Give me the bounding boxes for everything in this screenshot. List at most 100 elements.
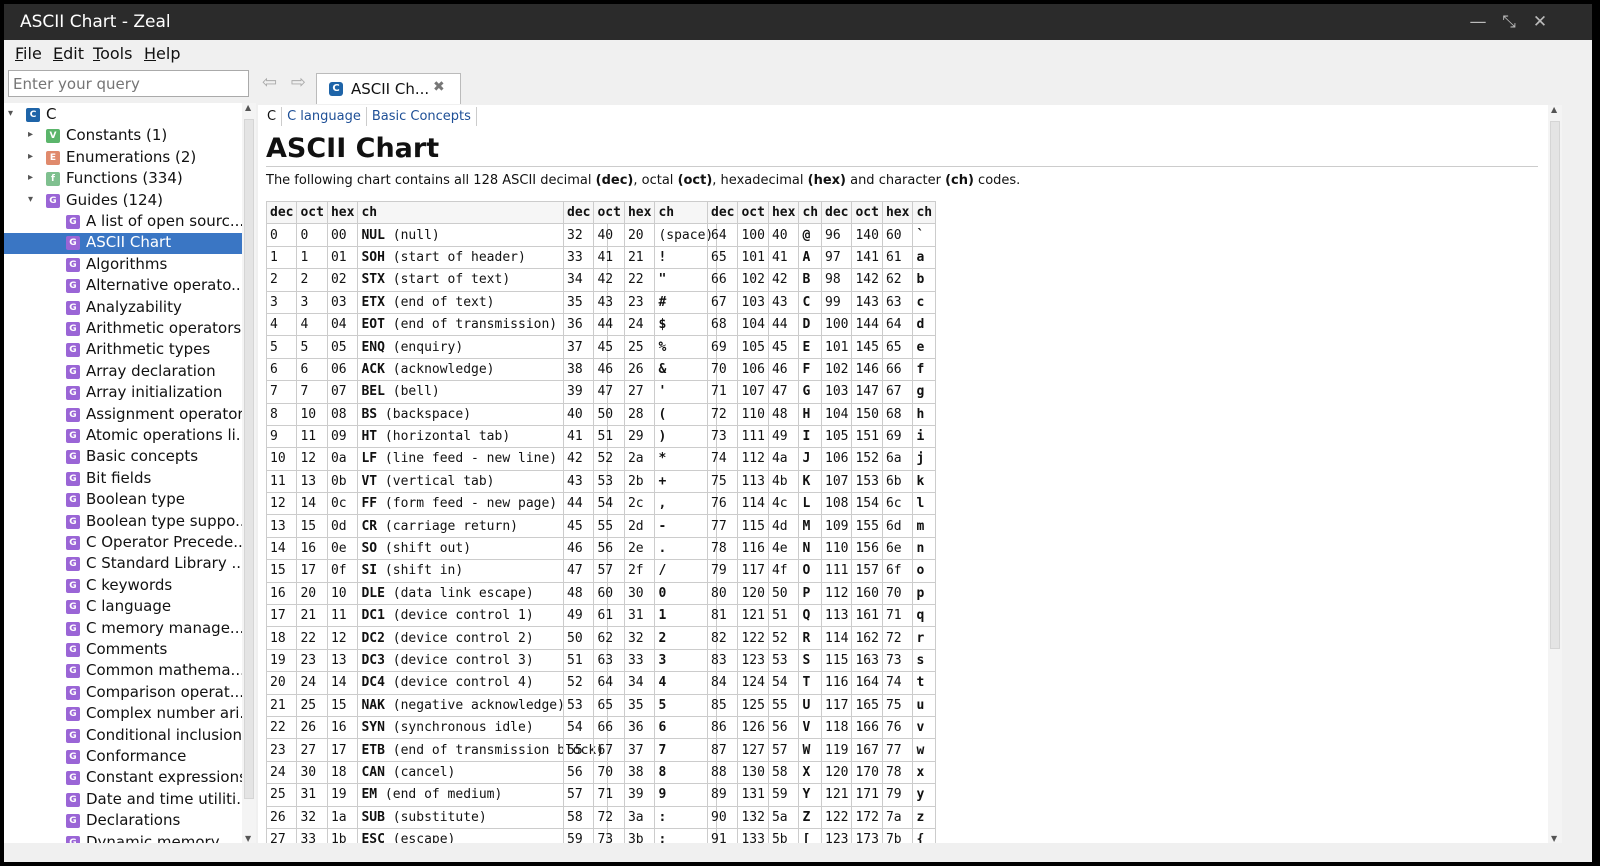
cell-dec: 36 (562, 312, 595, 337)
expand-right-icon[interactable]: ▸ (28, 129, 33, 140)
char-code: a (916, 249, 925, 265)
tab-close-icon[interactable]: ✖ (433, 79, 445, 95)
cell-dec: 96 (820, 223, 853, 247)
expand-down-icon[interactable]: ▾ (8, 108, 13, 119)
breadcrumb-item[interactable]: C language (282, 107, 367, 126)
scroll-up-icon[interactable]: ▲ (245, 103, 251, 112)
tree-item-label: Bit fields (86, 468, 152, 487)
tree-category-guides[interactable]: ▾ G Guides (124) (4, 191, 242, 212)
expand-right-icon[interactable]: ▸ (28, 151, 33, 162)
tree-guide-item[interactable]: G C memory manage... (4, 619, 242, 640)
content-scroll-thumb[interactable] (1550, 121, 1560, 649)
menu-item-help[interactable]: Help (144, 44, 180, 63)
char-code: ETX (361, 294, 385, 310)
table-row: 64 100 40 @ (706, 223, 823, 247)
tree-guide-item[interactable]: G C Standard Library ... (4, 554, 242, 575)
cell-dec: 43 (562, 469, 595, 494)
cell-oct: 157 (851, 559, 883, 583)
tree-guide-item[interactable]: G Constant expressions (4, 768, 242, 789)
tree-guide-item[interactable]: G Analyzability (4, 298, 242, 319)
forward-arrow-icon[interactable]: ⇨ (291, 72, 306, 93)
cell-oct: 167 (851, 738, 883, 762)
cell-dec: 20 (265, 671, 298, 695)
tree-guide-item[interactable]: G Conformance (4, 747, 242, 768)
tree-guide-item[interactable]: G Declarations (4, 811, 242, 832)
tree-guide-item[interactable]: G Complex number ari... (4, 704, 242, 725)
sidebar-scrollbar[interactable]: ▲ ▼ (242, 103, 256, 843)
docset-g-icon: G (66, 578, 80, 593)
cell-hex: 4d (767, 514, 800, 538)
char-description: (substitute) (384, 809, 487, 825)
cell-oct: 54 (593, 492, 625, 516)
tree-guide-item[interactable]: G Array declaration (4, 362, 242, 383)
cell-oct: 110 (737, 402, 769, 426)
char-code: NUL (361, 227, 385, 243)
tree-guide-item[interactable]: G Array initialization (4, 383, 242, 404)
tree-guide-item[interactable]: G Dynamic memory... (4, 833, 242, 843)
cell-hex: 78 (881, 760, 914, 785)
tree-guide-item[interactable]: G C keywords (4, 576, 242, 597)
cell-hex: 48 (767, 402, 800, 426)
tab-ascii-chart[interactable]: C ASCII Ch... ✖ (316, 73, 461, 104)
table-row: 98 142 62 b (820, 268, 937, 292)
char-code: 7 (658, 742, 667, 758)
char-code: j (916, 451, 925, 467)
tree-guide-item[interactable]: G C language (4, 597, 242, 618)
cell-hex: 24 (623, 312, 656, 337)
expand-right-icon[interactable]: ▸ (28, 172, 33, 183)
tree-category-functions[interactable]: ▸ f Functions (334) (4, 169, 242, 190)
menu-item-tools[interactable]: Tools (93, 44, 132, 63)
minimize-icon[interactable]: — (1466, 10, 1490, 34)
char-code: S (802, 653, 811, 668)
tree-guide-item[interactable]: G Common mathema... (4, 661, 242, 682)
tree-guide-item[interactable]: G Basic concepts (4, 447, 242, 468)
docset-v-icon: V (46, 129, 60, 144)
tree-guide-item[interactable]: G Alternative operato... (4, 276, 242, 297)
tree-guide-item[interactable]: G Comparison operat... (4, 683, 242, 704)
tree-guide-item[interactable]: G Arithmetic operators (4, 319, 242, 340)
expand-down-icon[interactable]: ▾ (28, 194, 33, 205)
menu-item-file[interactable]: File (15, 44, 42, 63)
tree-category-enumerations[interactable]: ▸ E Enumerations (2) (4, 148, 242, 169)
table-row: 27 33 1b ESC (escape) (265, 827, 609, 843)
tree-guide-item[interactable]: G Date and time utiliti... (4, 790, 242, 811)
cell-dec: 118 (820, 715, 853, 740)
ascii-table-4: dec oct hex ch 96 140 60 ` 97 141 61 a 98 142 62 b 99 143… (820, 200, 937, 843)
scroll-up-icon[interactable]: ▲ (1551, 105, 1557, 114)
cell-ch: V (798, 715, 823, 740)
restore-icon[interactable]: ⤡ (1497, 10, 1521, 34)
breadcrumb-item[interactable]: C (262, 107, 283, 126)
char-code: J (802, 451, 811, 467)
tree-guide-item[interactable]: G A list of open sourc... (4, 212, 242, 233)
sidebar-scroll-thumb[interactable] (244, 119, 254, 799)
cell-ch: s (912, 648, 937, 673)
menu-item-edit[interactable]: Edit (53, 44, 84, 63)
column-header-hex: hex (881, 200, 914, 225)
scroll-down-icon[interactable]: ▼ (245, 834, 251, 843)
tree-guide-item[interactable]: G C Operator Precede... (4, 533, 242, 554)
search-input[interactable] (8, 70, 249, 97)
content-scrollbar[interactable]: ▲ ▼ (1548, 105, 1562, 843)
tree-guide-item[interactable]: G Arithmetic types (4, 340, 242, 361)
tree-guide-item[interactable]: G Boolean type (4, 490, 242, 511)
breadcrumb-item[interactable]: Basic Concepts (367, 107, 477, 126)
tree-item-label: Date and time utiliti... (86, 789, 242, 808)
tree-guide-item[interactable]: G ASCII Chart (4, 233, 242, 255)
cell-hex: 4c (767, 492, 800, 516)
title-bar[interactable]: ASCII Chart - Zeal — ⤡ ✕ (4, 4, 1592, 40)
tree-root-c[interactable]: ▾ C C (4, 105, 242, 126)
tree-guide-item[interactable]: G Bit fields (4, 469, 242, 490)
docset-g-icon: G (66, 557, 80, 572)
tree-guide-item[interactable]: G Algorithms (4, 255, 242, 276)
char-description: (synchronous idle) (384, 720, 534, 736)
tree-guide-item[interactable]: G Atomic operations li... (4, 426, 242, 447)
scroll-down-icon[interactable]: ▼ (1551, 834, 1557, 843)
tree-category-constants[interactable]: ▸ V Constants (1) (4, 126, 242, 147)
close-icon[interactable]: ✕ (1528, 10, 1552, 34)
tree-guide-item[interactable]: G Boolean type suppo... (4, 512, 242, 533)
intro-fragment: (hex) (807, 173, 846, 188)
tree-guide-item[interactable]: G Conditional inclusion (4, 726, 242, 747)
tree-guide-item[interactable]: G Assignment operators (4, 405, 242, 426)
back-arrow-icon[interactable]: ⇦ (262, 72, 277, 93)
tree-guide-item[interactable]: G Comments (4, 640, 242, 661)
